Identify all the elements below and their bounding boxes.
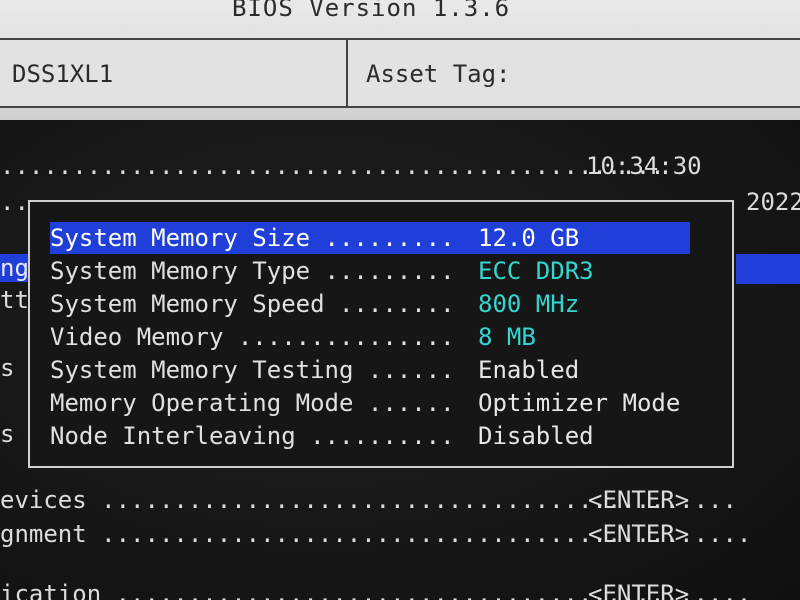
setting-value: Optimizer Mode: [478, 389, 681, 417]
enter-action: <ENTER>: [588, 520, 690, 548]
menu-fragment[interactable]: s: [0, 420, 14, 448]
system-date-value: 2022: [746, 188, 800, 216]
setting-value: 8 MB: [478, 323, 536, 351]
bios-version-title: BIOS Version 1.3.6: [232, 0, 511, 22]
setting-value: Disabled: [478, 422, 594, 450]
memory-setting-row[interactable]: Memory Operating Mode ...... Optimizer M…: [50, 387, 690, 419]
asset-tag-label: Asset Tag:: [366, 60, 511, 88]
menu-item-assignment[interactable]: gnment .................................…: [0, 520, 800, 548]
enter-action: <ENTER>: [588, 580, 690, 600]
setting-label: Node Interleaving ..........: [50, 422, 455, 450]
selection-bar-right: [736, 254, 800, 284]
memory-setting-row[interactable]: Video Memory ............... 8 MB: [50, 321, 690, 353]
memory-setting-row[interactable]: System Memory Speed ........ 800 MHz: [50, 288, 690, 320]
setting-label: Memory Operating Mode ......: [50, 389, 455, 417]
setting-label: Video Memory ...............: [50, 323, 455, 351]
menu-item-application[interactable]: ication ................................…: [0, 580, 800, 600]
info-divider: [346, 40, 348, 106]
date-leader-dots: ..: [0, 188, 29, 216]
setting-value: 800 MHz: [478, 290, 580, 318]
setting-value: ECC DDR3: [478, 257, 594, 285]
menu-fragment[interactable]: tt: [0, 286, 29, 314]
service-tag-value: DSS1XL1: [12, 60, 114, 88]
system-info-bar: DSS1XL1 Asset Tag:: [0, 38, 800, 108]
memory-setting-row[interactable]: Node Interleaving .......... Disabled: [50, 420, 690, 452]
memory-settings-popup: System Memory Size ......... 12.0 GB Sys…: [28, 200, 734, 468]
setting-label: System Memory Speed ........: [50, 290, 455, 318]
system-time-row[interactable]: ........................................…: [0, 152, 702, 180]
setting-label: System Memory Size .........: [50, 224, 455, 252]
setting-label: System Memory Type .........: [50, 257, 455, 285]
memory-setting-row[interactable]: System Memory Testing ...... Enabled: [50, 354, 690, 386]
memory-setting-row[interactable]: System Memory Type ......... ECC DDR3: [50, 255, 690, 287]
menu-item-devices[interactable]: evices .................................…: [0, 486, 800, 514]
menu-fragment-selected[interactable]: ng: [0, 254, 31, 282]
menu-fragment[interactable]: s: [0, 354, 14, 382]
bios-header: BIOS Version 1.3.6 DSS1XL1 Asset Tag:: [0, 0, 800, 120]
system-time-value: 10:34:30: [586, 152, 702, 180]
time-leader-dots: ........................................…: [0, 152, 665, 180]
memory-setting-row[interactable]: System Memory Size ......... 12.0 GB: [50, 222, 690, 254]
enter-action: <ENTER>: [588, 486, 690, 514]
setting-value: Enabled: [478, 356, 580, 384]
setting-value: 12.0 GB: [478, 224, 580, 252]
setting-label: System Memory Testing ......: [50, 356, 455, 384]
